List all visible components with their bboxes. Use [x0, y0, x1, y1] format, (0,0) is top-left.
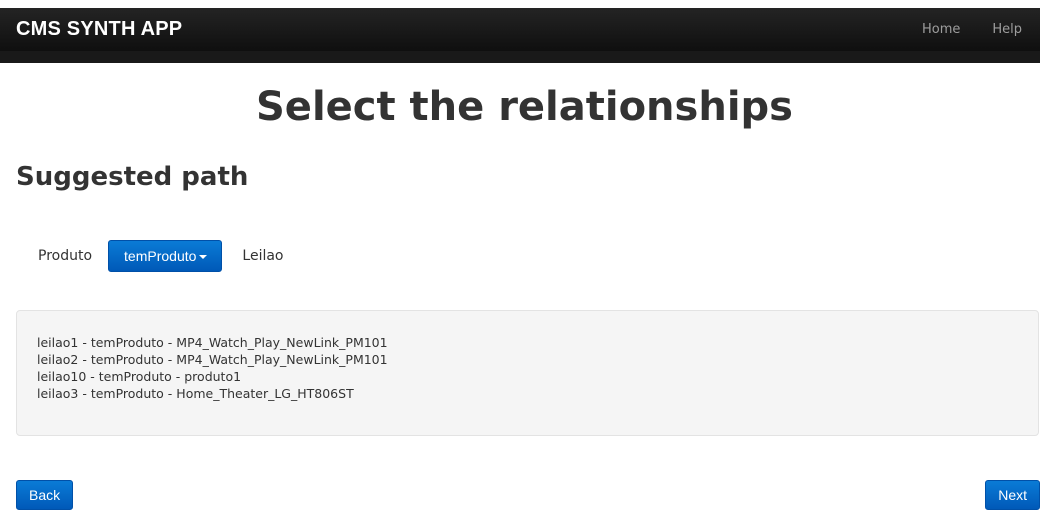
result-line: leilao2 - temProduto - MP4_Watch_Play_Ne… [37, 352, 388, 367]
path-target-entity: Leilao [242, 248, 284, 264]
app-brand[interactable]: CMS SYNTH APP [16, 18, 182, 41]
section-title: Suggested path [16, 162, 249, 192]
result-line: leilao3 - temProduto - Home_Theater_LG_H… [37, 386, 354, 401]
top-navbar: CMS SYNTH APP Home Help [0, 8, 1040, 63]
page-title: Select the relationships [256, 84, 793, 130]
nav-links: Home Help [922, 22, 1022, 37]
nav-home-link[interactable]: Home [922, 22, 960, 37]
suggested-path: Produto temProduto Leilao [38, 240, 284, 272]
back-button[interactable]: Back [16, 480, 74, 510]
result-line: leilao10 - temProduto - produto1 [37, 369, 242, 384]
relationship-dropdown-button[interactable]: temProduto [108, 240, 223, 272]
relationship-label: temProduto [124, 248, 197, 264]
relationship-results: leilao1 - temProduto - MP4_Watch_Play_Ne… [16, 310, 1039, 436]
path-source-entity: Produto [38, 248, 93, 264]
caret-down-icon [199, 254, 208, 259]
next-button[interactable]: Next [985, 480, 1040, 510]
result-line: leilao1 - temProduto - MP4_Watch_Play_Ne… [37, 335, 388, 350]
nav-help-link[interactable]: Help [992, 22, 1022, 37]
